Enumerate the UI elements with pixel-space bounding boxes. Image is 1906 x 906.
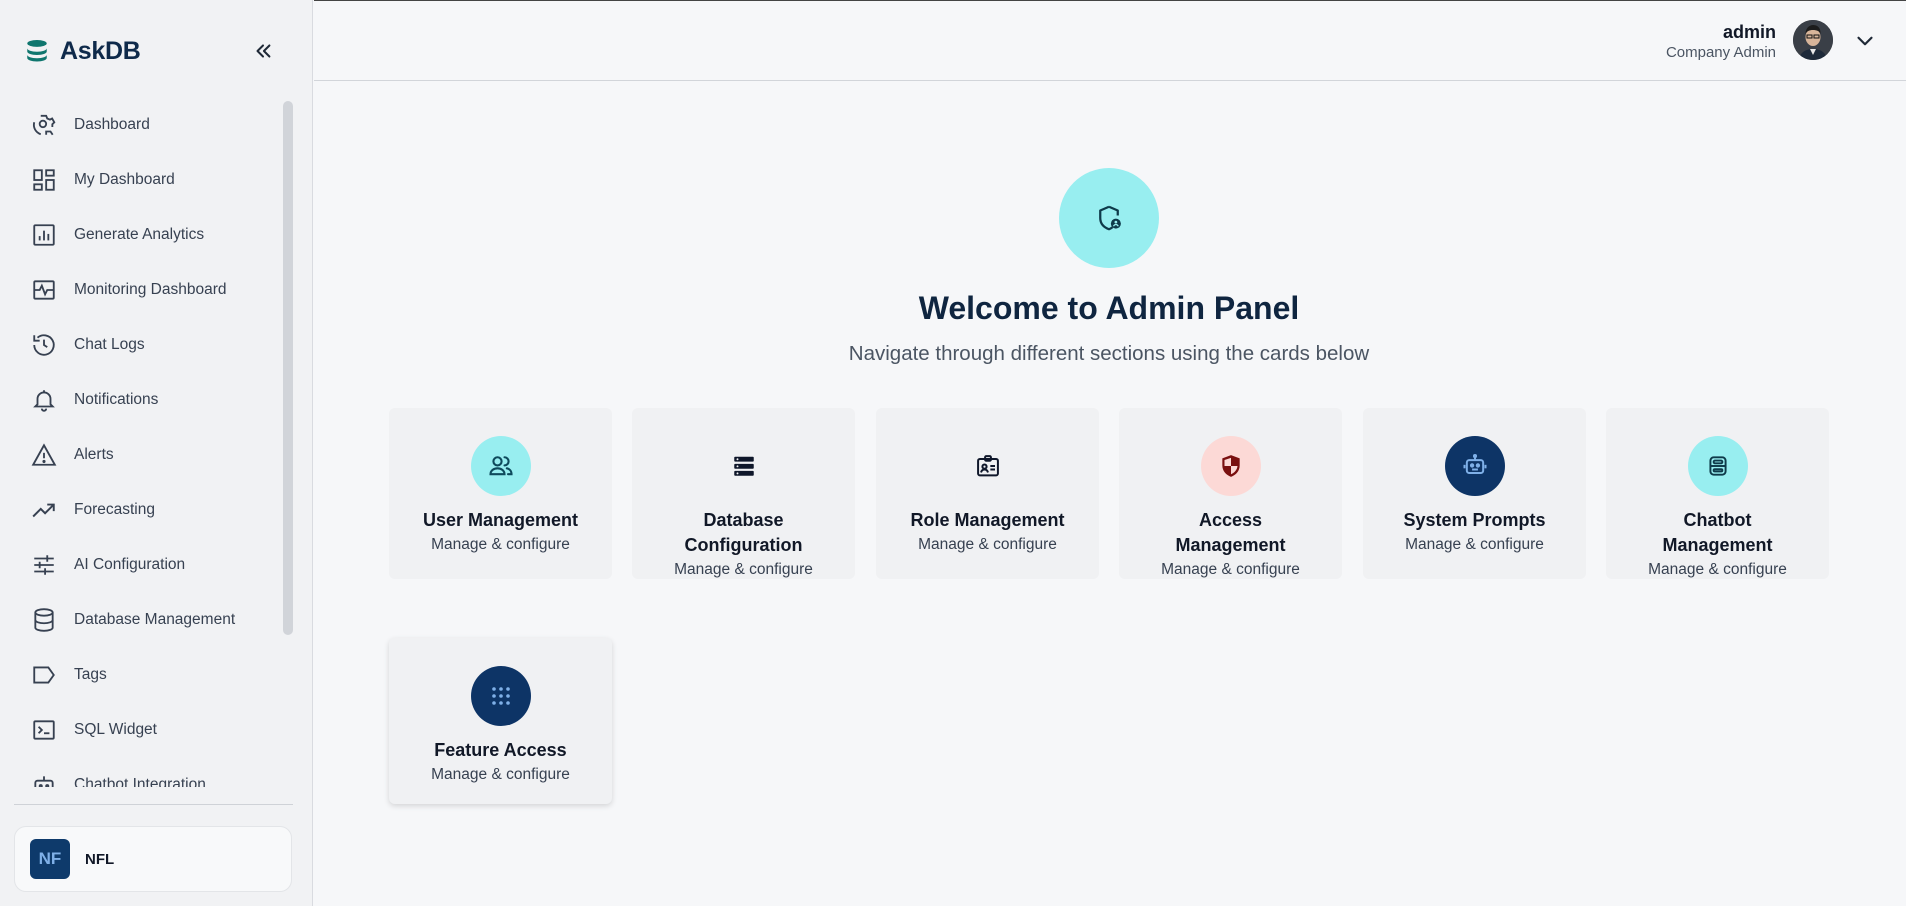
database-logo-icon [27, 39, 47, 62]
sidebar-item-database-management[interactable]: Database Management [0, 592, 284, 647]
sidebar-scrollbar[interactable] [283, 101, 293, 635]
bar-chart-icon [30, 221, 58, 249]
card-subtitle: Manage & configure [1648, 561, 1787, 578]
card-title: Role Management [910, 510, 1065, 530]
bot-icon [1687, 436, 1748, 496]
sidebar-item-label: Chatbot Integration [74, 775, 206, 788]
sidebar-item-sql-widget[interactable]: SQL Widget [0, 702, 284, 757]
card-system-prompts[interactable]: System Prompts Manage & configure [1363, 408, 1586, 579]
page-subtitle: Navigate through different sections usin… [848, 342, 1370, 365]
card-title: Feature Access [434, 740, 567, 760]
sidebar-item-label: Generate Analytics [74, 225, 205, 243]
chatbot-icon [30, 771, 58, 787]
card-title: User Management [422, 510, 579, 530]
org-avatar: NF [30, 839, 70, 879]
sidebar-item-label: Database Management [74, 610, 236, 628]
brand[interactable]: AskDB [24, 34, 141, 68]
card-role-management[interactable]: Role Management Manage & configure [876, 408, 1099, 579]
bell-icon [30, 386, 58, 414]
card-title: System Prompts [1403, 510, 1546, 530]
shield-icon [1200, 436, 1261, 496]
sidebar-item-label: Tags [74, 665, 107, 683]
card-subtitle: Manage & configure [1161, 561, 1300, 578]
sidebar-nav: Dashboard My Dashboard Generate Analytic… [0, 97, 284, 787]
sidebar-divider [14, 804, 293, 805]
sidebar: AskDB Dashboard My Dashboard Generate An… [0, 0, 313, 906]
user-menu-toggle[interactable] [1852, 28, 1878, 54]
sidebar-item-my-dashboard[interactable]: My Dashboard [0, 152, 284, 207]
card-title: Chatbot Management [1662, 510, 1773, 555]
dots-grid-icon [470, 666, 531, 726]
card-subtitle: Manage & configure [674, 561, 813, 578]
double-chevron-left-icon [256, 44, 271, 58]
card-title: Access Management [1175, 510, 1286, 555]
sidebar-item-dashboard[interactable]: Dashboard [0, 97, 284, 152]
card-title: Database Configuration [684, 510, 803, 555]
grid-layout-icon [30, 166, 58, 194]
card-chatbot-management[interactable]: Chatbot Management Manage & configure [1606, 408, 1829, 579]
sidebar-item-monitoring-dashboard[interactable]: Monitoring Dashboard [0, 262, 284, 317]
sidebar-item-chat-logs[interactable]: Chat Logs [0, 317, 284, 372]
card-database-configuration[interactable]: Database Configuration Manage & configur… [632, 408, 855, 579]
user-info[interactable]: admin Company Admin [1666, 21, 1776, 63]
user-avatar-icon [1793, 20, 1833, 60]
dashboard-gear-icon [30, 111, 58, 139]
history-icon [30, 331, 58, 359]
tag-icon [30, 661, 58, 689]
sidebar-item-label: AI Configuration [74, 555, 186, 573]
database-icon [30, 606, 58, 634]
shield-user-icon [1099, 205, 1121, 231]
trend-up-icon [30, 496, 58, 524]
sidebar-item-label: My Dashboard [74, 170, 175, 188]
warning-triangle-icon [30, 441, 58, 469]
sidebar-item-label: Notifications [74, 390, 159, 408]
sidebar-item-forecasting[interactable]: Forecasting [0, 482, 284, 537]
collapse-sidebar-button[interactable] [248, 36, 278, 66]
id-badge-icon [957, 436, 1018, 496]
sidebar-item-ai-configuration[interactable]: AI Configuration [0, 537, 284, 592]
sidebar-item-label: Alerts [74, 445, 114, 463]
user-name: admin [1722, 22, 1776, 42]
sidebar-item-tags[interactable]: Tags [0, 647, 284, 702]
sidebar-item-label: Chat Logs [74, 335, 145, 353]
card-access-management[interactable]: Access Management Manage & configure [1119, 408, 1342, 579]
robot-icon [1444, 436, 1505, 496]
sliders-icon [30, 551, 58, 579]
org-switcher[interactable]: NF NFL [14, 826, 292, 892]
sidebar-item-label: Dashboard [74, 115, 150, 133]
card-subtitle: Manage & configure [431, 536, 570, 553]
sidebar-item-generate-analytics[interactable]: Generate Analytics [0, 207, 284, 262]
page-title: Welcome to Admin Panel [918, 290, 1300, 326]
card-subtitle: Manage & configure [918, 536, 1057, 553]
card-subtitle: Manage & configure [431, 766, 570, 783]
avatar[interactable] [1793, 20, 1833, 60]
card-subtitle: Manage & configure [1405, 536, 1544, 553]
sidebar-item-label: Forecasting [74, 500, 155, 518]
card-feature-access[interactable]: Feature Access Manage & configure [389, 638, 612, 804]
monitoring-pulse-icon [30, 276, 58, 304]
main-content: Welcome to Admin Panel Navigate through … [314, 82, 1906, 906]
brand-name: AskDB [60, 36, 141, 65]
users-icon [470, 436, 531, 496]
user-role: Company Admin [1665, 44, 1776, 61]
sidebar-item-alerts[interactable]: Alerts [0, 427, 284, 482]
server-stack-icon [713, 436, 774, 496]
sidebar-item-label: SQL Widget [74, 720, 157, 738]
sidebar-item-label: Monitoring Dashboard [74, 280, 227, 298]
top-header: admin Company Admin [314, 0, 1906, 81]
org-name: NFL [85, 850, 115, 868]
chevron-down-icon [1857, 36, 1873, 46]
sidebar-item-chatbot-integration[interactable]: Chatbot Integration [0, 757, 284, 787]
card-user-management[interactable]: User Management Manage & configure [389, 408, 612, 579]
hero-badge [1059, 168, 1159, 268]
sidebar-item-notifications[interactable]: Notifications [0, 372, 284, 427]
terminal-icon [30, 716, 58, 744]
